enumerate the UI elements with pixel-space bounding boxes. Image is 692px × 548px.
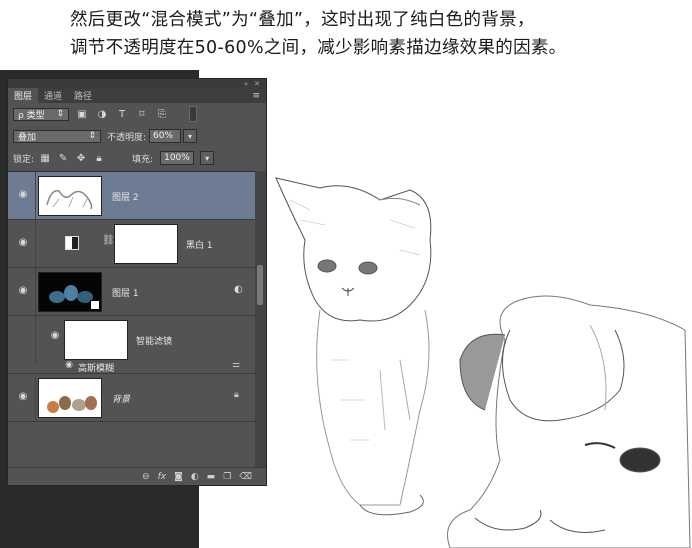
layer-row-background[interactable]: ◉ 背景 🔒︎: [8, 374, 255, 422]
panel-menu-icon[interactable]: ≡: [252, 91, 260, 101]
opacity-input[interactable]: 60%: [149, 129, 182, 143]
layer-name: 背景: [112, 395, 131, 405]
divider: [35, 220, 36, 267]
eye-icon: [16, 319, 30, 333]
filter-name: 高斯模糊: [78, 364, 115, 374]
layer-name: 图层 2: [112, 193, 139, 203]
layer-thumbnail: [38, 378, 102, 418]
lock-transparent-icon[interactable]: ▦: [38, 153, 52, 164]
stepper-arrows-icon: ⇕: [88, 131, 96, 141]
layer-row-smart-filter[interactable]: ◉ 智能滤镜: [8, 316, 255, 364]
layers-list: ◉ 图层 2 ◉ ⛓ 黑白 1 ◉ 图层 1 ◐ ◉ 智能滤镜 ◉ 高斯模糊 ⚌…: [8, 171, 255, 468]
scrollbar[interactable]: [255, 171, 266, 467]
lock-icon: 🔒︎: [234, 390, 239, 400]
link-icon[interactable]: ⊖: [142, 472, 150, 482]
adjustment-icon[interactable]: ◐: [191, 472, 199, 482]
fx-icon[interactable]: fx: [158, 472, 167, 482]
mask-icon[interactable]: ◙: [174, 472, 183, 482]
trash-icon[interactable]: ⌫: [239, 472, 252, 482]
scrollbar-thumb[interactable]: [257, 265, 263, 305]
adjustment-filter-icon[interactable]: ◑: [95, 109, 109, 120]
smart-filter-indicator-icon[interactable]: ◐: [234, 284, 243, 295]
panel-tabs: 图层 通道 路径 ≡: [8, 88, 266, 103]
divider: [35, 316, 36, 364]
lock-row: 锁定: ▦ ✎ ✥ 🔒︎ 填充: 100% ▾: [8, 147, 266, 169]
eye-icon[interactable]: ◉: [16, 285, 30, 299]
collapse-icon[interactable]: «: [244, 80, 248, 88]
sketch-image: [275, 177, 691, 548]
panel-bottom-bar: ⊖ fx ◙ ◐ ▬ ❐ ⌫: [8, 467, 266, 485]
layer-thumbnail: [38, 272, 102, 312]
layer-name: 图层 1: [112, 289, 139, 299]
layers-panel: « ✕ 图层 通道 路径 ≡ ρ 类型 ⇕ ▣ ◑ T ⌑ ⎘ 叠加 ⇕ 不透明度:…: [7, 78, 267, 486]
filter-type-label: ρ 类型: [18, 110, 45, 121]
lock-position-icon[interactable]: ✥: [74, 153, 88, 164]
black-white-adjustment-icon: [65, 236, 79, 250]
divider: [35, 268, 36, 315]
stepper-arrows-icon: ⇕: [56, 109, 64, 119]
smart-object-badge-icon: [90, 300, 100, 310]
type-filter-icon[interactable]: T: [115, 109, 129, 120]
image-filter-icon[interactable]: ▣: [75, 109, 89, 120]
opacity-label: 不透明度:: [107, 132, 147, 143]
fill-label: 填充:: [132, 154, 154, 165]
filter-row: ρ 类型 ⇕ ▣ ◑ T ⌑ ⎘: [8, 103, 266, 125]
blend-mode-value: 叠加: [18, 132, 37, 143]
smart-object-filter-icon[interactable]: ⎘: [155, 109, 169, 120]
layer-thumbnail: [38, 176, 102, 216]
caption-line-1: 然后更改“混合模式”为“叠加”，这时出现了纯白色的背景，: [70, 10, 535, 30]
eye-icon[interactable]: ◉: [62, 360, 76, 374]
close-panel-icon[interactable]: ✕: [254, 80, 260, 88]
folder-icon[interactable]: ▬: [207, 472, 216, 482]
lock-all-icon[interactable]: 🔒︎: [92, 153, 106, 164]
smart-filter-mask-thumbnail: [64, 320, 128, 360]
fill-input[interactable]: 100%: [160, 151, 195, 165]
tab-channels[interactable]: 通道: [38, 88, 68, 103]
filter-toggle[interactable]: [189, 106, 197, 122]
eye-icon[interactable]: ◉: [16, 189, 30, 203]
tab-layers[interactable]: 图层: [8, 88, 39, 103]
opacity-arrow-button[interactable]: ▾: [183, 129, 198, 143]
caption: 然后更改“混合模式”为“叠加”，这时出现了纯白色的背景， 调节不透明度在50-6…: [70, 6, 690, 62]
eye-icon[interactable]: ◉: [16, 237, 30, 251]
layer-name: 黑白 1: [186, 241, 213, 251]
divider: [35, 374, 36, 421]
divider: [35, 172, 36, 219]
lock-paint-icon[interactable]: ✎: [56, 153, 70, 164]
lock-label: 锁定:: [13, 154, 35, 165]
caption-line-2: 调节不透明度在50-60%之间，减少影响素描边缘效果的因素。: [70, 38, 567, 58]
layer-row-layer-2[interactable]: ◉ 图层 2: [8, 172, 255, 220]
filter-options-icon[interactable]: ⚌: [232, 360, 240, 370]
eye-icon[interactable]: ◉: [48, 330, 62, 344]
smart-filter-label: 智能滤镜: [136, 337, 173, 347]
shape-filter-icon[interactable]: ⌑: [135, 109, 149, 120]
blend-row: 叠加 ⇕ 不透明度: 60% ▾: [8, 125, 266, 147]
layer-row-gaussian-blur[interactable]: ◉ 高斯模糊 ⚌: [8, 360, 255, 374]
tab-paths[interactable]: 路径: [68, 88, 98, 103]
fill-arrow-button[interactable]: ▾: [200, 151, 215, 165]
eye-icon[interactable]: ◉: [16, 391, 30, 405]
filter-type-select[interactable]: ρ 类型 ⇕: [13, 107, 69, 121]
new-layer-icon[interactable]: ❐: [223, 472, 231, 482]
layer-row-black-white-1[interactable]: ◉ ⛓ 黑白 1: [8, 220, 255, 268]
layer-mask-thumbnail: [114, 224, 178, 264]
layer-row-layer-1[interactable]: ◉ 图层 1 ◐: [8, 268, 255, 316]
blend-mode-select[interactable]: 叠加 ⇕: [13, 129, 101, 143]
chain-link-icon[interactable]: ⛓: [102, 235, 115, 246]
